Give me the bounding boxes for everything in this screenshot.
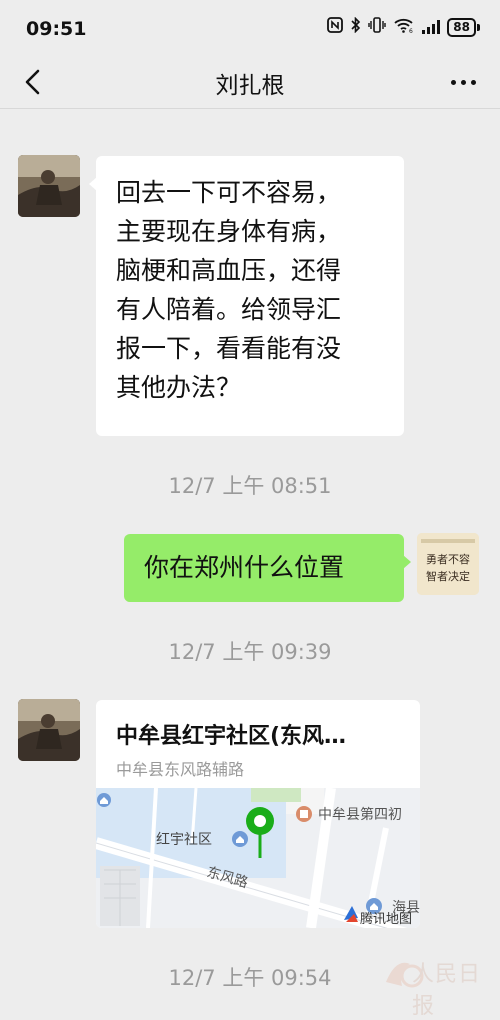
message-bubble-text[interactable]: 回去一下可不容易， 主要现在身体有病， 脑梗和高血压，还得 有人陪着。给领导汇 … [89,156,404,436]
message-line: 你在郑州什么位置 [144,553,345,582]
bluetooth-icon [350,16,361,37]
map-label-community: 红宇社区 [156,832,212,848]
message-line: 有人陪着。给领导汇 [116,295,342,324]
message-line: 主要现在身体有病， [116,217,342,246]
message-bubble-text-sent[interactable]: 你在郑州什么位置 [124,534,411,602]
status-icons: 6 88 [327,16,480,37]
message-line: 报一下，看看能有没 [116,334,342,363]
svg-text:智者决定: 智者决定 [426,569,470,583]
signal-icon [422,20,441,34]
message-line: 回去一下可不容易， [116,178,342,207]
vibrate-icon [368,17,386,37]
svg-text:6: 6 [409,28,413,33]
location-map[interactable]: 红宇社区 东风路 中牟县第四初 海县 腾讯地图 [96,787,420,928]
my-avatar[interactable]: 勇者不容 智者决定 [417,533,479,595]
status-time: 09:51 [26,18,87,40]
contact-avatar[interactable] [18,155,80,217]
message-line: 其他办法？ [116,373,242,402]
location-title: 中牟县红宇社区(东风… [116,724,347,749]
watermark-text: 人民日报 [412,962,482,1019]
map-provider-label: 腾讯地图 [360,911,412,927]
location-address: 中牟县东风路辅路 [116,760,245,779]
svg-text:勇者不容: 勇者不容 [426,552,470,566]
message-timestamp: 12/7 上午 08:51 [168,474,332,498]
wifi-icon: 6 [393,17,415,37]
chat-header: 刘扎根 [0,56,500,109]
battery-icon: 88 [447,17,480,37]
map-label-school: 中牟县第四初 [318,806,402,823]
battery-level: 88 [447,17,476,37]
location-message-card[interactable]: 中牟县红宇社区(东风… 中牟县东风路辅路 红宇社区 东风路 中牟县第四初 海县 … [96,700,420,928]
message-line: 脑梗和高血压，还得 [116,256,342,285]
nfc-icon [327,17,344,37]
message-timestamp: 12/7 上午 09:39 [168,640,332,664]
chat-title: 刘扎根 [215,73,285,99]
more-dots-icon[interactable] [451,80,476,85]
contact-avatar[interactable] [18,699,80,761]
status-bar: 09:51 6 88 [0,0,500,56]
